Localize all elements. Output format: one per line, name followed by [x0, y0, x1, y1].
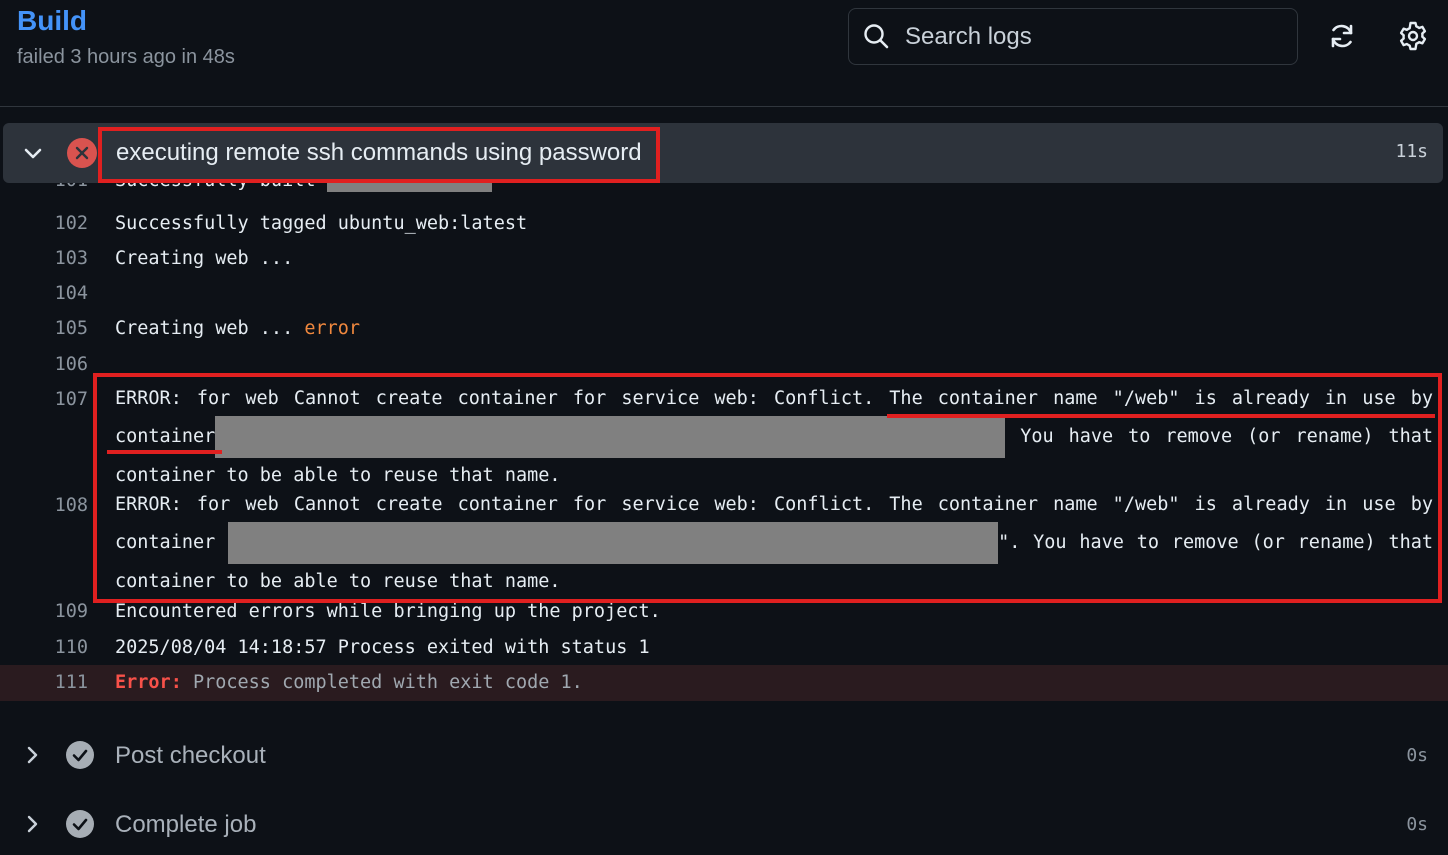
log-line-final-error: 111 Error: Process completed with exit c…: [0, 665, 1448, 701]
log-text: Creating web ...: [115, 318, 294, 339]
line-number: 104: [54, 283, 88, 304]
step-duration: 11s: [1395, 141, 1428, 162]
log-text: 2025/08/04 14:18:57 Process exited with …: [115, 637, 650, 658]
chevron-right-icon[interactable]: [20, 812, 44, 836]
redacted-block: [326, 183, 492, 192]
refresh-icon: [1331, 24, 1353, 48]
search-logs-box[interactable]: [848, 8, 1298, 65]
line-number: 106: [54, 354, 88, 375]
settings-button[interactable]: [1391, 14, 1435, 58]
step-duration: 0s: [1406, 745, 1428, 766]
error-word: error: [304, 318, 361, 339]
step-name: Complete job: [115, 811, 257, 838]
line-number: 109: [54, 601, 88, 622]
highlight-box-step-title: [98, 127, 660, 183]
log-text: Creating web ...: [115, 248, 294, 269]
step-row-complete-job[interactable]: Complete job 0s: [0, 795, 1448, 855]
search-icon: [864, 24, 889, 49]
highlight-box-errors: [93, 373, 1442, 603]
failure-icon: [67, 138, 97, 168]
error-label: Error:: [115, 672, 182, 693]
job-status-text: failed 3 hours ago in 48s: [17, 46, 235, 68]
job-header: Build failed 3 hours ago in 48s: [0, 0, 1448, 107]
log-text: Successfully built: [115, 183, 315, 191]
log-text: Successfully tagged ubuntu_web:latest: [115, 213, 528, 234]
step-duration: 0s: [1406, 814, 1428, 835]
check-circle-icon: [66, 810, 94, 838]
line-number: 102: [54, 213, 88, 234]
check-circle-icon: [66, 741, 94, 769]
line-number: 107: [54, 389, 88, 410]
search-logs-input[interactable]: [905, 19, 1285, 55]
line-number: 101: [20, 183, 88, 191]
gear-icon: [1399, 21, 1427, 51]
line-number: 108: [54, 495, 88, 516]
step-name: Post checkout: [115, 742, 266, 769]
highlight-underline: [107, 450, 222, 454]
step-row-post-checkout[interactable]: Post checkout 0s: [0, 726, 1448, 786]
chevron-right-icon[interactable]: [20, 743, 44, 767]
refresh-button[interactable]: [1320, 14, 1364, 58]
line-number: 110: [54, 637, 88, 658]
highlight-underline: [887, 414, 1435, 418]
line-number: 111: [54, 672, 88, 693]
log-text: Encountered errors while bringing up the…: [115, 601, 661, 622]
chevron-down-icon[interactable]: [21, 141, 45, 165]
line-number: 105: [54, 318, 88, 339]
line-number: 103: [54, 248, 88, 269]
job-title: Build: [17, 5, 87, 36]
log-text: Process completed with exit code 1.: [192, 672, 583, 693]
